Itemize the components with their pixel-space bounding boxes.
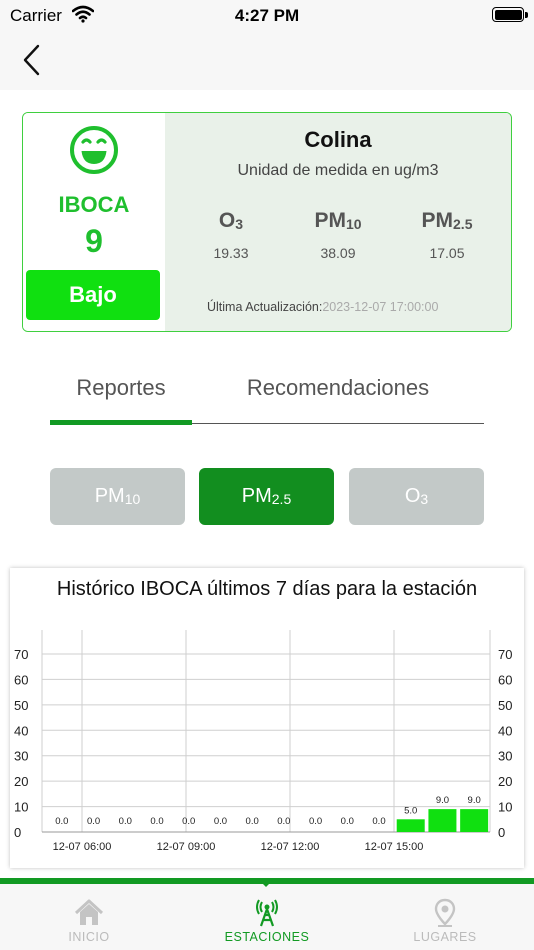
bar-value-label: 0.0 [55,816,68,827]
smiling-face-icon [70,126,118,174]
o3-filter-button[interactable]: O3 [349,468,484,525]
iboca-value: 9 [85,223,103,259]
bar-value-label: 0.0 [182,816,195,827]
iboca-label: IBOCA [58,192,130,217]
air-quality-level-badge: Bajo [26,270,160,320]
bar-value-label: 0.0 [87,816,100,827]
pollutant-name: O3 [218,209,244,232]
bar [460,809,489,832]
bar [428,809,457,832]
y-tick-label-right: 50 [498,698,512,713]
station-name: Colina [304,127,372,152]
iboca-history-chart: 0 0 10 10 20 20 30 30 40 40 50 50 60 60 70 70 12-07 06:0… [10,568,524,868]
pollutant-name: PM2.5 [421,209,473,232]
y-tick-label-right: 0 [498,825,505,840]
active-tab-notch [257,878,275,887]
y-tick-label-left: 50 [14,698,28,713]
tab-reportes[interactable]: Reportes [50,362,192,422]
x-tick-label: 12-07 06:00 [53,841,112,853]
pm10-filter-button[interactable]: PM10 [50,468,185,525]
bar-value-label: 0.0 [150,816,163,827]
pollutant-o3: O3 19.33 [181,209,281,261]
pollutant-name: PM10 [314,209,362,232]
chart-title: Histórico IBOCA últimos 7 días para la e… [56,578,478,600]
station-card: IBOCA 9 Bajo Colina Unidad de medida en … [22,112,512,332]
y-tick-label-left: 60 [14,672,28,687]
last-update-time: 2023-12-07 17:00:00 [322,300,439,314]
pollutant-pm25: PM2.5 17.05 [397,209,497,261]
bar-value-label: 9.0 [468,795,481,806]
pollutant-value: 38.09 [320,245,356,261]
clock: 4:27 PM [234,6,300,25]
nav-inicio-label: INICIO [68,930,110,944]
pollutant-value: 19.33 [213,245,249,261]
bar-value-label: 0.0 [309,816,322,827]
home-icon [74,899,104,925]
y-tick-label-left: 70 [14,647,28,662]
bar-value-label: 9.0 [436,795,449,806]
y-tick-label-right: 20 [498,774,512,789]
last-update-label: Última Actualización: [207,300,323,314]
y-tick-label-right: 10 [498,800,512,815]
battery-icon [492,7,528,22]
bar-value-label: 0.0 [372,816,385,827]
y-tick-label-right: 60 [498,672,512,687]
y-tick-label-left: 0 [14,825,21,840]
pm25-filter-button[interactable]: PM2.5 [199,468,334,525]
report-tabs: Reportes Recomendaciones [50,362,484,425]
chevron-left-icon [23,44,40,76]
y-tick-label-right: 70 [498,647,512,662]
back-button[interactable] [18,42,48,78]
y-tick-label-left: 40 [14,723,28,738]
bar-value-label: 5.0 [404,805,417,816]
bar-value-label: 0.0 [277,816,290,827]
bar [396,819,425,832]
bottom-tab-bar: INICIO ESTACIONES LUGARES [0,878,534,950]
map-pin-icon [434,898,456,927]
unit-label: Unidad de medida en ug/m3 [237,162,439,179]
bar-value-label: 0.0 [246,816,259,827]
x-tick-label: 12-07 12:00 [261,841,320,853]
y-tick-label-left: 10 [14,800,28,815]
tab-recomendaciones[interactable]: Recomendaciones [220,362,456,422]
nav-estaciones[interactable]: ESTACIONES [178,884,356,950]
station-details-panel: Colina Unidad de medida en ug/m3 O3 19.3… [165,113,511,331]
chart-canvas: 0 0 10 10 20 20 30 30 40 40 50 50 60 60 70 70 12-07 06:0… [14,630,512,853]
y-tick-label-left: 20 [14,774,28,789]
active-tab-indicator [50,420,192,425]
antenna-icon [256,899,278,927]
iboca-panel: IBOCA 9 Bajo [23,113,165,331]
bar-value-label: 0.0 [214,816,227,827]
y-tick-label-right: 40 [498,723,512,738]
y-tick-label-left: 30 [14,749,28,764]
nav-lugares[interactable]: LUGARES [356,884,534,950]
x-tick-label: 12-07 15:00 [365,841,424,853]
nav-estaciones-label: ESTACIONES [224,930,310,944]
last-update: Última Actualización:2023-12-07 17:00:00 [207,300,438,314]
pollutant-pm10: PM10 38.09 [288,209,388,261]
y-tick-label-right: 30 [498,749,512,764]
nav-lugares-label: LUGARES [413,930,477,944]
x-tick-label: 12-07 09:00 [157,841,216,853]
pollutant-value: 17.05 [429,245,465,261]
nav-inicio[interactable]: INICIO [0,884,178,950]
bar-value-label: 0.0 [119,816,132,827]
bar-value-label: 0.0 [341,816,354,827]
status-bar: Carrier 4:27 PM [0,0,534,30]
navigation-bar [0,30,534,90]
